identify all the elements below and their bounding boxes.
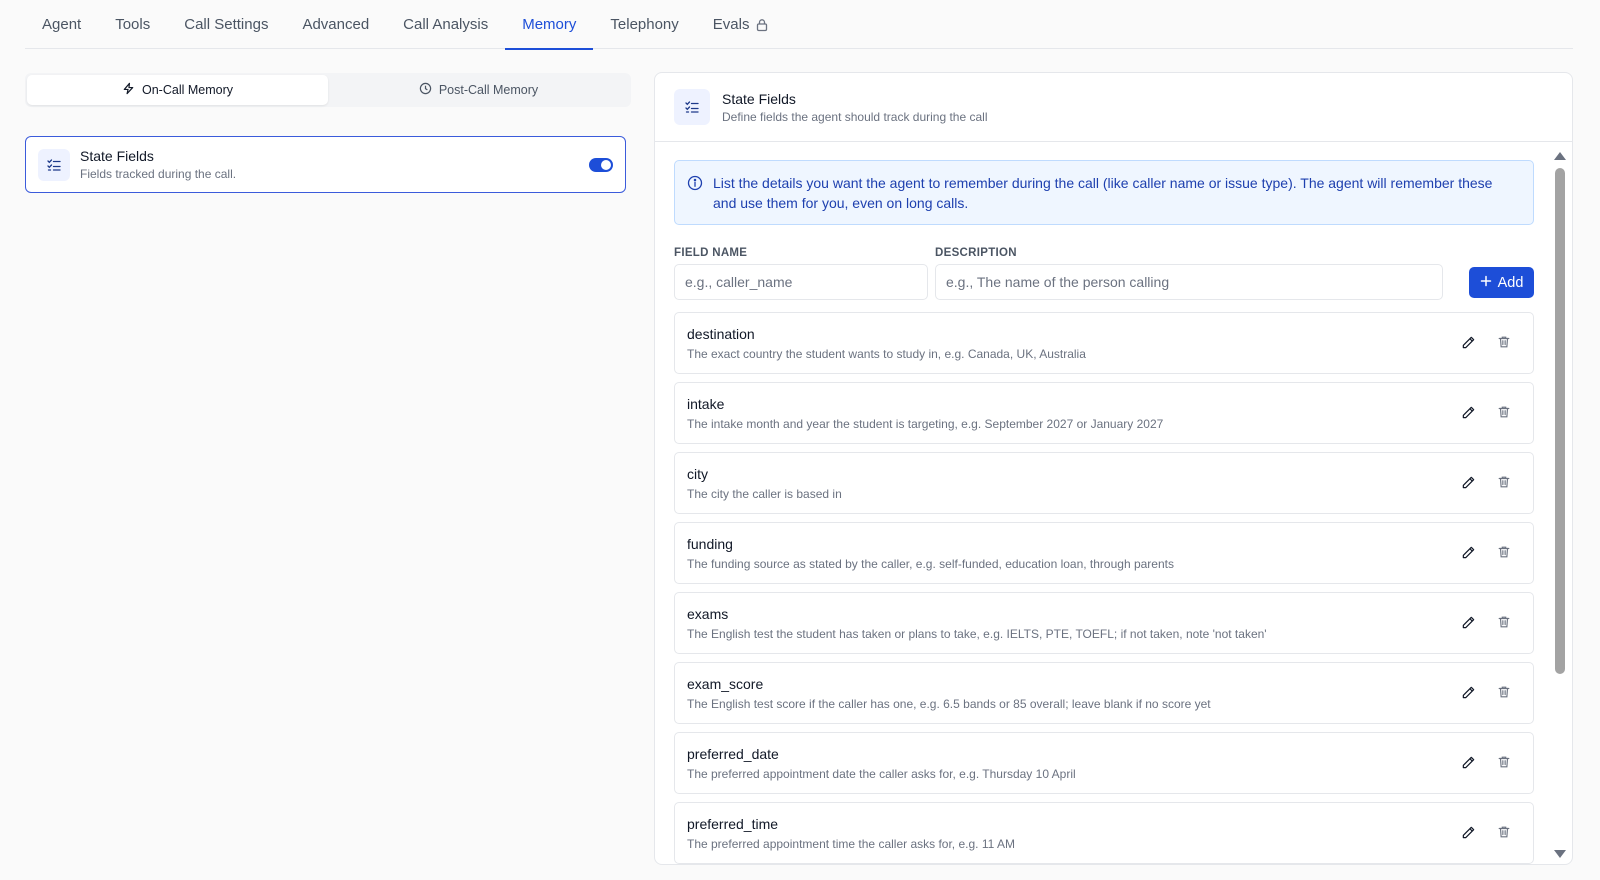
- pencil-icon[interactable]: [1459, 823, 1477, 841]
- state-fields-card[interactable]: State Fields Fields tracked during the c…: [25, 136, 626, 193]
- tab-advanced[interactable]: Advanced: [285, 0, 386, 49]
- field-name-input[interactable]: [674, 264, 928, 300]
- description-input[interactable]: [935, 264, 1443, 300]
- field-name: preferred_date: [687, 746, 779, 762]
- field-name: intake: [687, 396, 725, 412]
- post-call-memory-label: Post-Call Memory: [438, 83, 539, 97]
- state-fields-toggle[interactable]: [589, 157, 613, 172]
- state-fields-panel: State Fields Define fields the agent sho…: [654, 72, 1573, 865]
- checklist-icon: [38, 148, 70, 181]
- post-call-memory-button[interactable]: Post-Call Memory: [328, 75, 629, 105]
- trash-icon[interactable]: [1495, 753, 1513, 771]
- panel-header: State Fields Define fields the agent sho…: [655, 73, 1572, 142]
- field-name: preferred_time: [687, 816, 779, 832]
- state-field-row: exams The English test the student has t…: [674, 592, 1534, 654]
- lock-icon: [755, 18, 769, 32]
- tab-call-analysis[interactable]: Call Analysis: [386, 0, 505, 49]
- tab-label: Call Analysis: [403, 16, 489, 33]
- tab-tools[interactable]: Tools: [98, 0, 167, 49]
- state-field-row: city The city the caller is based in: [674, 452, 1534, 514]
- trash-icon[interactable]: [1495, 683, 1513, 701]
- on-call-memory-label: On-Call Memory: [142, 83, 233, 97]
- field-description: The preferred appointment date the calle…: [687, 767, 1076, 781]
- tab-telephony[interactable]: Telephony: [593, 0, 695, 49]
- pencil-icon[interactable]: [1459, 683, 1477, 701]
- field-name: exam_score: [687, 676, 764, 692]
- checklist-icon: [674, 89, 710, 125]
- panel-body: List the details you want the agent to r…: [655, 142, 1572, 864]
- on-call-memory-button[interactable]: On-Call Memory: [27, 75, 328, 105]
- field-description: The preferred appointment time the calle…: [687, 837, 1015, 851]
- plus-icon: [1480, 275, 1492, 291]
- state-field-row: exam_score The English test score if the…: [674, 662, 1534, 724]
- tab-agent[interactable]: Agent: [25, 0, 98, 49]
- field-description: The exact country the student wants to s…: [687, 347, 1086, 361]
- tab-label: Tools: [115, 16, 151, 33]
- panel-subtitle: Define fields the agent should track dur…: [722, 109, 988, 124]
- trash-icon[interactable]: [1495, 333, 1513, 351]
- scrollbar[interactable]: [1554, 146, 1566, 860]
- field-description: The intake month and year the student is…: [687, 417, 1164, 431]
- field-description: The English test the student has taken o…: [687, 627, 1267, 641]
- state-fields-title: State Fields: [80, 148, 154, 164]
- state-field-row: intake The intake month and year the stu…: [674, 382, 1534, 444]
- pencil-icon[interactable]: [1459, 543, 1477, 561]
- state-field-row: preferred_time The preferred appointment…: [674, 802, 1534, 864]
- description-label: DESCRIPTION: [935, 247, 1017, 259]
- scroll-up-icon[interactable]: [1554, 152, 1566, 160]
- field-description: The English test score if the caller has…: [687, 697, 1211, 711]
- tab-call-settings[interactable]: Call Settings: [167, 0, 285, 49]
- field-description: The funding source as stated by the call…: [687, 557, 1174, 571]
- panel-title: State Fields: [722, 90, 796, 107]
- pencil-icon[interactable]: [1459, 613, 1477, 631]
- tab-memory[interactable]: Memory: [505, 0, 594, 50]
- pencil-icon[interactable]: [1459, 403, 1477, 421]
- trash-icon[interactable]: [1495, 403, 1513, 421]
- field-list: destination The exact country the studen…: [674, 312, 1534, 864]
- tab-label: Evals: [712, 16, 750, 33]
- pencil-icon[interactable]: [1459, 473, 1477, 491]
- top-tabs: Agent Tools Call Settings Advanced Call …: [25, 0, 1573, 50]
- info-icon: [687, 175, 703, 196]
- trash-icon[interactable]: [1495, 613, 1513, 631]
- info-banner: List the details you want the agent to r…: [674, 160, 1534, 225]
- memory-mode-switch: On-Call Memory Post-Call Memory: [25, 73, 631, 107]
- field-name: city: [687, 466, 708, 482]
- add-field-button[interactable]: Add: [1469, 267, 1534, 298]
- add-label: Add: [1497, 274, 1524, 291]
- field-name: funding: [687, 536, 733, 552]
- trash-icon[interactable]: [1495, 823, 1513, 841]
- state-field-row: preferred_date The preferred appointment…: [674, 732, 1534, 794]
- tab-label: Telephony: [610, 16, 679, 33]
- field-name: destination: [687, 326, 755, 342]
- state-field-row: funding The funding source as stated by …: [674, 522, 1534, 584]
- clock-icon: [419, 82, 432, 98]
- scroll-thumb[interactable]: [1555, 168, 1565, 674]
- trash-icon[interactable]: [1495, 473, 1513, 491]
- tab-label: Advanced: [302, 16, 370, 33]
- state-field-row: destination The exact country the studen…: [674, 312, 1534, 374]
- trash-icon[interactable]: [1495, 543, 1513, 561]
- tab-evals[interactable]: Evals: [696, 0, 787, 49]
- field-name-label: FIELD NAME: [674, 247, 748, 259]
- pencil-icon[interactable]: [1459, 333, 1477, 351]
- lightning-icon: [122, 82, 135, 98]
- tab-label: Memory: [522, 16, 577, 33]
- tab-label: Agent: [42, 16, 82, 33]
- pencil-icon[interactable]: [1459, 753, 1477, 771]
- tab-label: Call Settings: [184, 16, 269, 33]
- info-text: List the details you want the agent to r…: [713, 175, 1493, 211]
- scroll-down-icon[interactable]: [1554, 850, 1566, 858]
- field-name: exams: [687, 606, 729, 622]
- state-fields-subtitle: Fields tracked during the call.: [80, 167, 237, 181]
- field-description: The city the caller is based in: [687, 487, 842, 501]
